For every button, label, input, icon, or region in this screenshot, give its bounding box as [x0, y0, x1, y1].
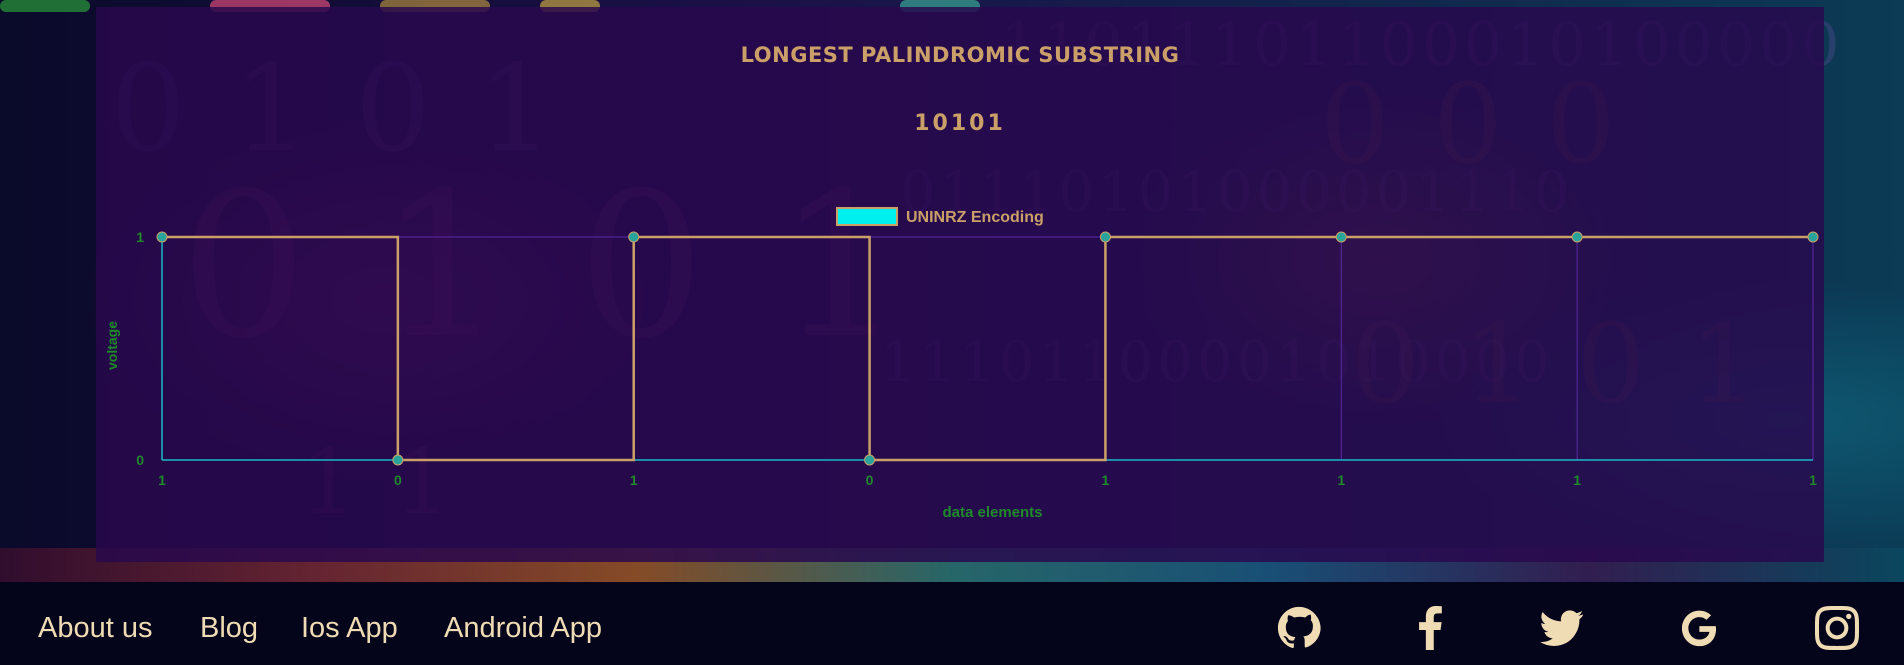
github-icon[interactable]: [1277, 606, 1321, 650]
x-tick-label: 1: [1337, 472, 1345, 488]
twitter-icon[interactable]: [1540, 606, 1584, 650]
y-tick-label: 0: [136, 452, 144, 468]
data-point: [156, 231, 168, 243]
instagram-icon[interactable]: [1815, 606, 1859, 650]
x-tick-label: 1: [1573, 472, 1581, 488]
data-point: [864, 454, 876, 466]
x-tick-label: 1: [1809, 472, 1817, 488]
data-point: [628, 231, 640, 243]
y-axis-title: voltage: [104, 321, 120, 370]
data-point: [1571, 231, 1583, 243]
x-tick-label: 1: [1102, 472, 1110, 488]
y-tick-label: 1: [136, 229, 144, 245]
legend-swatch: [836, 207, 898, 226]
footer-link-ios-app[interactable]: Ios App: [301, 612, 398, 645]
facebook-icon[interactable]: [1409, 606, 1453, 650]
data-point: [1099, 231, 1111, 243]
x-tick-label: 1: [158, 472, 166, 488]
footer-link-about-us[interactable]: About us: [38, 612, 152, 645]
data-point: [392, 454, 404, 466]
x-axis-title: data elements: [942, 504, 1042, 521]
footer: About us Blog Ios App Android App: [0, 582, 1904, 665]
data-point: [1335, 231, 1347, 243]
data-point: [1807, 231, 1819, 243]
chart-panel: LONGEST PALINDROMIC SUBSTRING 10101 0110…: [96, 7, 1824, 562]
x-tick-label: 0: [866, 472, 874, 488]
encoding-chart: 011 0 1 0 1 1 1 1data elementsvoltageUNINRZ Enc…: [104, 207, 1819, 521]
x-tick-label: 1: [630, 472, 638, 488]
series-line-uninrz: [162, 235, 1813, 462]
footer-link-blog[interactable]: Blog: [200, 612, 258, 645]
legend-label: UNINRZ Encoding: [906, 209, 1044, 226]
x-tick-label: 0: [394, 472, 402, 488]
footer-link-android-app[interactable]: Android App: [444, 612, 602, 645]
google-icon[interactable]: [1677, 606, 1721, 650]
